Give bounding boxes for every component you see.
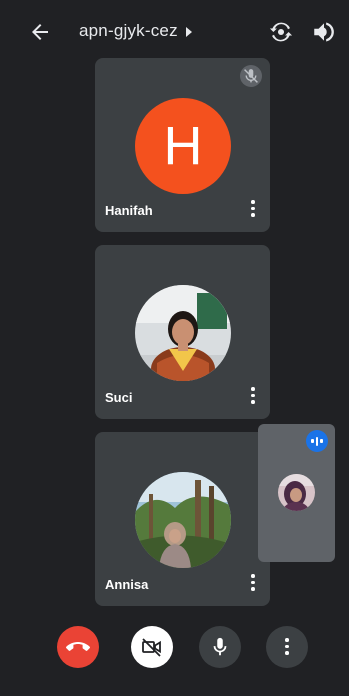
mic-muted-icon [240, 65, 262, 87]
camera-off-icon [142, 638, 161, 657]
caret-right-icon[interactable] [186, 27, 192, 37]
participant-name: Suci [105, 390, 133, 405]
microphone-button[interactable] [199, 626, 241, 668]
end-call-button[interactable] [57, 626, 99, 668]
more-options-button[interactable] [266, 626, 308, 668]
more-vert-icon[interactable] [250, 200, 256, 218]
microphone-icon [213, 637, 227, 656]
top-bar: apn-gjyk-cez [0, 0, 349, 62]
speaking-indicator-icon [306, 430, 328, 452]
back-arrow-icon[interactable] [28, 20, 52, 44]
switch-camera-icon[interactable] [267, 18, 295, 46]
avatar [135, 285, 231, 381]
participant-name: Hanifah [105, 203, 153, 218]
call-controls [0, 616, 349, 696]
camera-toggle-button[interactable] [131, 626, 173, 668]
avatar [135, 472, 231, 568]
participant-tile[interactable]: H Hanifah [95, 58, 270, 232]
self-view-tile[interactable] [258, 424, 335, 562]
more-vert-icon[interactable] [250, 387, 256, 405]
avatar: H [135, 98, 231, 194]
more-vert-icon[interactable] [250, 574, 256, 592]
participant-tile[interactable]: Suci [95, 245, 270, 419]
end-call-icon [66, 642, 90, 651]
meeting-code[interactable]: apn-gjyk-cez [79, 21, 178, 41]
participant-name: Annisa [105, 577, 149, 592]
speaker-icon[interactable] [311, 19, 337, 45]
self-avatar [278, 474, 315, 511]
more-options-icon [284, 638, 290, 656]
participant-tile[interactable]: Annisa [95, 432, 270, 606]
